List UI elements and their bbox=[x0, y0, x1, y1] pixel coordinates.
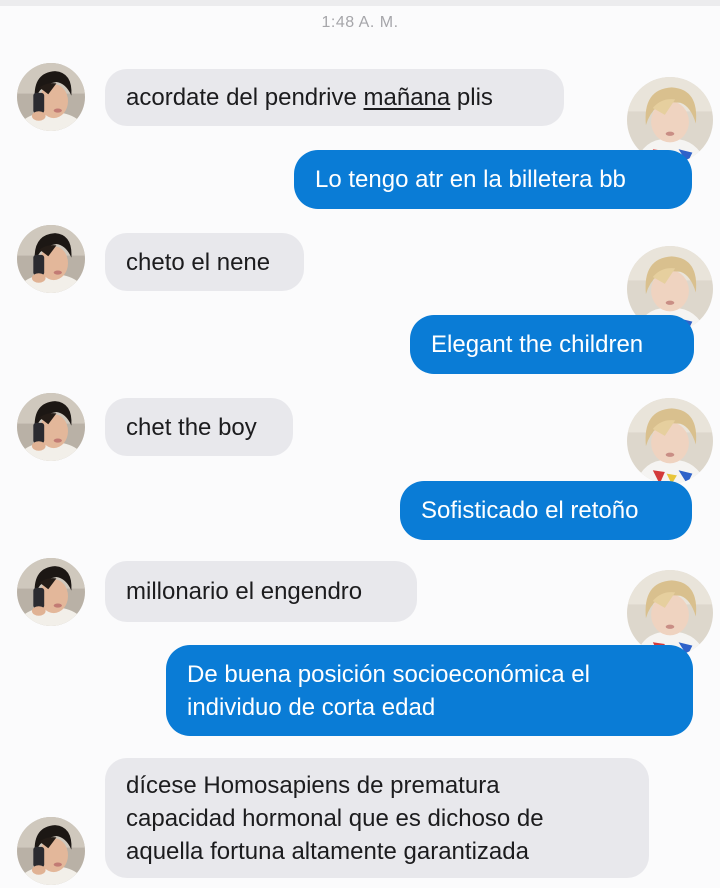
message-bubble-outgoing[interactable]: Sofisticado el retoño bbox=[400, 481, 692, 540]
contact-avatar-icon[interactable] bbox=[17, 558, 85, 626]
message-text: Sofisticado el retoño bbox=[421, 497, 639, 524]
conversation-timestamp: 1:48 A. M. bbox=[321, 14, 399, 31]
message-text: dícese Homosapiens de prematura capacida… bbox=[126, 771, 544, 865]
message-bubble-outgoing[interactable]: De buena posición socioeconómica el indi… bbox=[166, 645, 693, 736]
top-divider bbox=[0, 0, 720, 6]
message-bubble-outgoing[interactable]: Lo tengo atr en la billetera bb bbox=[294, 150, 692, 209]
chat-screen: 1:48 A. M. acordate del pendrive mañana … bbox=[0, 0, 720, 888]
message-text: cheto el nene bbox=[126, 248, 271, 276]
message-bubble-incoming[interactable]: chet the boy bbox=[105, 398, 293, 456]
message-bubble-incoming[interactable]: acordate del pendrive mañana plis bbox=[105, 69, 564, 126]
underlined-word: mañana bbox=[363, 84, 451, 111]
message-text: acordate del pendrive mañana plis bbox=[126, 84, 493, 111]
message-bubble-incoming[interactable]: millonario el engendro bbox=[105, 561, 417, 622]
contact-avatar-icon[interactable] bbox=[17, 63, 85, 131]
message-text: chet the boy bbox=[126, 413, 257, 441]
message-text: Lo tengo atr en la billetera bb bbox=[315, 166, 626, 193]
message-text: Elegant the children bbox=[431, 331, 644, 358]
self-avatar-icon[interactable] bbox=[627, 398, 713, 484]
self-avatar-icon[interactable] bbox=[627, 570, 713, 656]
message-text: millonario el engendro bbox=[126, 578, 363, 605]
message-text: De buena posición socioeconómica el indi… bbox=[187, 660, 590, 721]
contact-avatar-icon[interactable] bbox=[17, 817, 85, 885]
contact-avatar-icon[interactable] bbox=[17, 225, 85, 293]
message-bubble-outgoing[interactable]: Elegant the children bbox=[410, 315, 694, 374]
message-bubble-incoming[interactable]: dícese Homosapiens de prematura capacida… bbox=[105, 758, 649, 878]
message-bubble-incoming[interactable]: cheto el nene bbox=[105, 233, 304, 291]
contact-avatar-icon[interactable] bbox=[17, 393, 85, 461]
